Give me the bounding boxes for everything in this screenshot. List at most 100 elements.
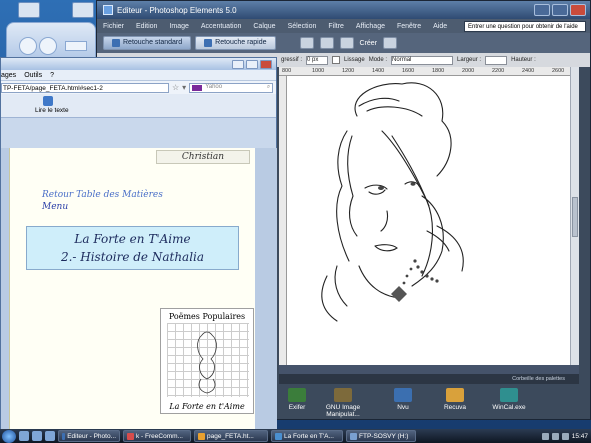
browser-window: ages Outils ? TP-FETA/page_FETA.html#sec… (0, 57, 277, 429)
menu-accentuation[interactable]: Accentuation (201, 23, 241, 30)
link-table-of-contents[interactable]: Retour Table des Matières (42, 190, 163, 200)
menu-filtre[interactable]: Filtre (328, 23, 344, 30)
browser-address-row: TP-FETA/page_FETA.html#sec1-2 ☆ ▾ Yahoo … (1, 81, 276, 94)
scrollbar-thumb[interactable] (572, 197, 578, 237)
recuva-icon (446, 388, 464, 402)
menu-help[interactable]: ? (50, 72, 54, 79)
tray-icon[interactable] (541, 432, 549, 440)
forward-icon[interactable] (39, 37, 57, 55)
menu-selection[interactable]: Sélection (288, 23, 317, 30)
menu-image[interactable]: Image (169, 23, 188, 30)
photoshop-tab-bar: Retouche standard Retouche rapide Créer (97, 33, 590, 53)
minimize-button[interactable] (534, 4, 550, 16)
feather-label: gressif : (281, 57, 303, 63)
menu-affichage[interactable]: Affichage (356, 23, 385, 30)
search-input[interactable]: Yahoo ⌕ (189, 82, 274, 93)
photoshop-logo-icon (103, 5, 113, 15)
desktop-shortcut-exifer[interactable]: Exifer (272, 388, 322, 411)
desktop-shortcut-wincal[interactable]: WinCal.exe (484, 388, 534, 411)
quick-edit-icon (204, 39, 213, 47)
browser-close-button[interactable] (260, 59, 272, 69)
taskbar-item-freecommander[interactable]: k - FreeComm... (123, 430, 191, 442)
page-title-box: La Forte en T'Aime 2.- Histoire de Natha… (26, 226, 239, 270)
help-search-input[interactable]: Entrer une question pour obtenir de l'ai… (464, 20, 586, 32)
tray-icon[interactable] (551, 432, 559, 440)
width-field[interactable] (485, 55, 508, 65)
yahoo-icon (192, 84, 203, 91)
ruler-tick: 1400 (372, 68, 385, 74)
edit-icon (112, 39, 120, 47)
desktop-shortcut-gimp[interactable]: GNU Image Manipulat... (318, 388, 368, 418)
antialias-checkbox[interactable] (332, 56, 341, 64)
speaker-icon[interactable] (43, 96, 53, 106)
mode-select[interactable]: Normal (391, 55, 454, 65)
page-title: La Forte en T'Aime (74, 232, 191, 246)
poem-thumbnail[interactable]: Poëmes Populaires La Forte en t'Aime (160, 308, 254, 414)
link-menu[interactable]: Menu (42, 202, 68, 212)
ruler-tick: 1200 (342, 68, 355, 74)
menu-pages[interactable]: ages (1, 72, 16, 79)
close-button[interactable] (570, 4, 586, 16)
canvas-vertical-scrollbar[interactable] (570, 67, 579, 365)
bookmark-star-icon[interactable]: ☆ (172, 83, 179, 92)
read-text-button[interactable]: Lire le texte (35, 107, 69, 114)
browser-maximize-button[interactable] (246, 59, 258, 69)
create-button[interactable]: Créer (360, 40, 378, 47)
taskbar: Editeur - Photo... k - FreeComm... page_… (0, 429, 591, 443)
quicklaunch-icon[interactable] (32, 431, 42, 441)
print-icon[interactable] (299, 37, 314, 49)
browser-toolbar: Lire le texte (1, 94, 276, 118)
desktop-recycle-icon[interactable] (18, 2, 40, 18)
palette-bin-toggle[interactable]: Corbeille des palettes (279, 374, 579, 384)
browser-menu-bar: ages Outils ? (1, 70, 276, 81)
maximize-button[interactable] (552, 4, 568, 16)
browser-scrollbar[interactable] (257, 148, 277, 429)
dropdown-icon[interactable]: ▾ (182, 83, 186, 92)
folder-app-icon (350, 432, 357, 440)
start-button[interactable] (2, 429, 16, 443)
menu-aide[interactable]: Aide (433, 23, 447, 30)
photoshop-title-bar[interactable]: Editeur - Photoshop Elements 5.0 (97, 1, 590, 19)
taskbar-item-ftp[interactable]: FTP-SOSVY (H:) (346, 430, 416, 442)
width-label: Largeur : (457, 57, 482, 63)
tray-icon[interactable] (561, 432, 569, 440)
menu-edition[interactable]: Edition (136, 23, 157, 30)
menu-outils[interactable]: Outils (24, 72, 42, 79)
taskbar-item-photoshop[interactable]: Editeur - Photo... (58, 430, 120, 442)
taskbar-item-la-forte[interactable]: La Forte en T'A... (271, 430, 343, 442)
photoshop-status-bar (279, 365, 579, 374)
grid-icon[interactable] (383, 37, 398, 49)
quicklaunch-icon[interactable] (19, 431, 29, 441)
browser-minimize-button[interactable] (232, 59, 244, 69)
photoshop-app-icon (62, 432, 66, 440)
clock[interactable]: 15:47 (572, 433, 588, 440)
ruler-tick: 1600 (402, 68, 415, 74)
taskbar-item-page-feta[interactable]: page_FETA.ht... (194, 430, 268, 442)
quicklaunch-icon[interactable] (45, 431, 55, 441)
feather-field[interactable]: 0 px (306, 55, 329, 65)
gadget-slider[interactable] (65, 41, 87, 51)
tab-retouche-rapide[interactable]: Retouche rapide (195, 36, 276, 50)
menu-calque[interactable]: Calque (253, 23, 275, 30)
back-icon[interactable] (19, 37, 37, 55)
desktop-shortcut-recuva[interactable]: Recuva (430, 388, 480, 411)
image-canvas[interactable] (287, 76, 570, 365)
desktop-shortcut-nvu[interactable]: Nvu (378, 388, 428, 411)
page-subtitle: 2.- Histoire de Nathalia (60, 250, 205, 264)
search-icon[interactable]: ⌕ (267, 83, 270, 92)
browser-app-icon (198, 432, 205, 440)
menu-fichier[interactable]: Fichier (103, 23, 124, 30)
ruler-tick: 1000 (312, 68, 325, 74)
tab-retouche-standard[interactable]: Retouche standard (103, 36, 192, 50)
desktop-app-icon[interactable] (72, 2, 94, 18)
exifer-icon (288, 388, 306, 402)
browser-title-bar[interactable] (1, 58, 276, 70)
share-icon[interactable] (339, 37, 354, 49)
document-app-icon (275, 432, 282, 440)
menu-fenetre[interactable]: Fenêtre (397, 23, 421, 30)
thumbnail-sketch (167, 323, 249, 397)
address-bar[interactable]: TP-FETA/page_FETA.html#sec1-2 (1, 82, 169, 93)
organizer-icon[interactable] (319, 37, 334, 49)
thumbnail-caption-top: Poëmes Populaires (168, 312, 246, 321)
ruler-tick: 2400 (522, 68, 535, 74)
